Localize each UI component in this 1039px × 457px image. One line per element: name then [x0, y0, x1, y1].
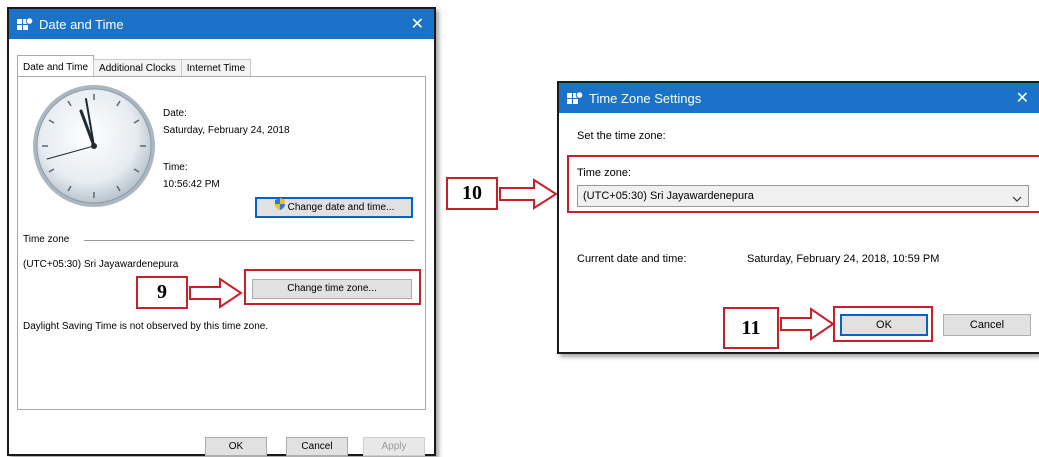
- step-11-label: 11: [723, 307, 779, 349]
- time-value: 10:56:42 PM: [163, 179, 220, 190]
- tab-internet-time[interactable]: Internet Time: [180, 59, 252, 77]
- timezone-section-label: Time zone: [23, 234, 70, 245]
- arrow-right-icon: [189, 277, 243, 309]
- window-app-icon: [567, 91, 584, 105]
- step-9-label: 9: [136, 276, 188, 309]
- timezone-select-highlight: [567, 155, 1039, 213]
- clock-icon: [29, 81, 159, 216]
- time-label: Time:: [163, 162, 188, 173]
- date-label: Date:: [163, 108, 187, 119]
- tab-bar: Date and Time Additional Clocks Internet…: [17, 55, 252, 77]
- tz-cancel-button[interactable]: Cancel: [943, 314, 1031, 336]
- close-icon[interactable]: ✕: [1016, 88, 1029, 108]
- timezone-value: (UTC+05:30) Sri Jayawardenepura: [23, 259, 179, 270]
- close-icon[interactable]: ✕: [411, 14, 424, 34]
- date-time-titlebar[interactable]: Date and Time ✕: [9, 9, 434, 39]
- change-date-time-label: Change date and time...: [287, 202, 395, 214]
- shield-icon: [274, 198, 286, 217]
- date-time-title: Date and Time: [39, 16, 124, 32]
- date-time-window: Date and Time ✕ Date and Time Additional…: [7, 7, 436, 456]
- timezone-divider: [84, 240, 414, 241]
- current-datetime-value: Saturday, February 24, 2018, 10:59 PM: [747, 253, 940, 265]
- dt-ok-button[interactable]: OK: [205, 437, 267, 456]
- ok-button-highlight: [833, 306, 933, 342]
- timezone-titlebar[interactable]: Time Zone Settings ✕: [559, 83, 1039, 113]
- date-value: Saturday, February 24, 2018: [163, 125, 290, 136]
- dst-note: Daylight Saving Time is not observed by …: [23, 321, 269, 332]
- tab-date-and-time[interactable]: Date and Time: [17, 55, 95, 77]
- dt-apply-button[interactable]: Apply: [363, 437, 425, 456]
- arrow-right-icon: [499, 178, 558, 210]
- change-date-time-button[interactable]: Change date and time...: [255, 197, 413, 218]
- window-app-icon: [17, 17, 34, 31]
- current-datetime-label: Current date and time:: [577, 253, 687, 265]
- arrow-right-icon: [780, 307, 835, 341]
- change-timezone-highlight: [244, 269, 421, 305]
- step-10-label: 10: [446, 177, 498, 210]
- set-timezone-instruction: Set the time zone:: [577, 130, 666, 142]
- timezone-window-title: Time Zone Settings: [589, 90, 702, 106]
- dt-cancel-button[interactable]: Cancel: [286, 437, 348, 456]
- tab-additional-clocks[interactable]: Additional Clocks: [93, 59, 182, 77]
